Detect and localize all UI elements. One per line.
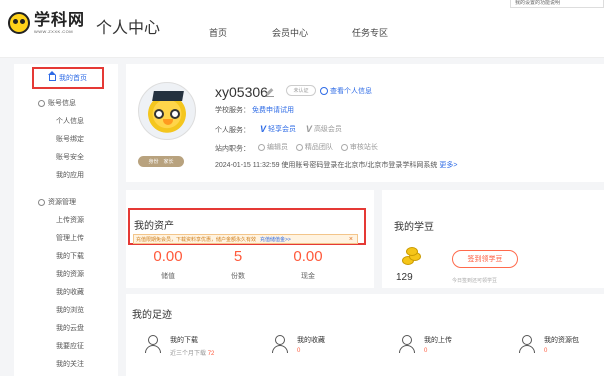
nav-home[interactable]: 首页 <box>209 26 227 39</box>
sidebar: 我的首页 账号信息 个人信息 账号绑定 账号安全 我的应用 资源管理 上传资源 … <box>14 64 118 376</box>
sidebar-item-my-cloud[interactable]: 我的云盘 <box>56 323 84 333</box>
sidebar-item-my-downloads[interactable]: 我的下载 <box>56 251 84 261</box>
assets-title: 我的资产 <box>134 221 174 232</box>
nav-task-zone[interactable]: 任务专区 <box>352 26 388 39</box>
beans-note: 今日签到还可领学豆 <box>452 278 498 284</box>
view-profile-link[interactable]: 查看个人信息 <box>320 86 372 96</box>
vip-v-icon: V <box>305 124 312 134</box>
sidebar-item-my-apps[interactable]: 我的应用 <box>56 170 84 180</box>
footprint-title: 我的足迹 <box>132 310 172 321</box>
recharge-notice: 充值限期免会员，下载资料享优惠，储户金额永久有效 充值储值金>> × <box>133 234 358 244</box>
reviewer-icon <box>340 143 348 151</box>
recharge-link[interactable]: 充值储值金>> <box>260 236 291 243</box>
vip-v-icon: V <box>259 124 266 134</box>
upload-user-icon <box>398 334 416 354</box>
sidebar-item-account-security[interactable]: 账号安全 <box>56 152 84 162</box>
sidebar-item-account-binding[interactable]: 账号绑定 <box>56 134 84 144</box>
site-logo[interactable]: 学科网 WWW.ZXXK.COM <box>8 12 85 34</box>
stat-copies[interactable]: 5 份数 <box>208 248 268 281</box>
editor-icon <box>257 143 265 151</box>
beans-title: 我的学豆 <box>394 222 434 233</box>
footprint-panel: 我的足迹 我的下载 近三个月下载 72 我的收藏 0 我的上传 0 我的资源包 … <box>126 294 604 376</box>
team-icon <box>295 143 303 151</box>
sidebar-group-account[interactable]: 账号信息 <box>38 98 76 108</box>
footprint-favorites[interactable]: 我的收藏 0 <box>271 334 325 370</box>
sidebar-item-personal-info[interactable]: 个人信息 <box>56 116 84 126</box>
personal-service-row: 个人服务： V 轻享会员 V 高级会员 <box>215 124 342 134</box>
profile-icon <box>320 87 328 95</box>
checkin-earn-button[interactable]: 签到领学豆 <box>452 250 518 268</box>
logo-url: WWW.ZXXK.COM <box>34 29 74 34</box>
login-more-link[interactable]: 更多> <box>439 162 457 169</box>
position-editor[interactable]: 编辑员 <box>257 142 288 152</box>
profile-card: 身份 家长 xy05306 未认证 查看个人信息 学校服务： 免费申请试用 个人… <box>126 64 604 182</box>
sidebar-item-manage-uploads[interactable]: 管理上传 <box>56 233 84 243</box>
download-user-icon <box>144 334 162 354</box>
folder-icon <box>38 198 45 206</box>
position-row: 站内职务： 编辑员 精品团队 审核站长 <box>215 142 378 153</box>
package-user-icon <box>518 334 536 354</box>
footprint-resource-packs[interactable]: 我的资源包 0 <box>518 334 579 370</box>
nav-vip-center[interactable]: 会员中心 <box>272 26 308 39</box>
sidebar-item-home[interactable]: 我的首页 <box>32 67 104 89</box>
top-tooltip: 我的设置的功能说明 <box>510 0 604 8</box>
sidebar-item-upload[interactable]: 上传资源 <box>56 215 84 225</box>
sidebar-item-my-browsing[interactable]: 我的浏览 <box>56 305 84 315</box>
light-vip-badge[interactable]: V 轻享会员 <box>260 124 296 134</box>
role-tag: 身份 家长 <box>138 156 184 167</box>
coins-icon <box>402 247 422 266</box>
sidebar-home-label: 我的首页 <box>59 75 87 82</box>
user-icon <box>38 99 45 107</box>
free-trial-link[interactable]: 免费申请试用 <box>252 107 294 114</box>
position-team[interactable]: 精品团队 <box>295 142 333 152</box>
footprint-uploads[interactable]: 我的上传 0 <box>398 334 452 370</box>
stat-cash[interactable]: 0.00 现金 <box>278 248 338 281</box>
login-record: 2024-01-15 11:32:59 使用账号密码登录在北京市/北京市登录学科… <box>215 162 458 169</box>
username: xy05306 <box>215 84 268 100</box>
verify-badge: 未认证 <box>286 85 316 96</box>
page-title: 个人中心 <box>96 20 161 37</box>
footprint-downloads[interactable]: 我的下载 近三个月下载 72 <box>144 334 214 370</box>
position-reviewer[interactable]: 审核站长 <box>340 142 378 152</box>
sidebar-item-my-favorites[interactable]: 我的收藏 <box>56 287 84 297</box>
premium-vip-badge[interactable]: V 高级会员 <box>306 124 342 134</box>
sidebar-group-resources[interactable]: 资源管理 <box>38 197 76 207</box>
edit-pencil-icon[interactable] <box>266 89 274 97</box>
beans-value: 129 <box>396 272 413 283</box>
avatar[interactable] <box>138 82 196 140</box>
top-header: 学科网 WWW.ZXXK.COM 个人中心 首页 会员中心 任务专区 我的设置的… <box>0 0 604 58</box>
sidebar-item-apply[interactable]: 我要应征 <box>56 341 84 351</box>
sidebar-item-my-resources[interactable]: 我的资源 <box>56 269 84 279</box>
owl-logo-icon <box>8 12 30 34</box>
beans-panel: 我的学豆 129 签到领学豆 今日签到还可领学豆 <box>382 190 604 288</box>
favorite-user-icon <box>271 334 289 354</box>
assets-panel: 我的资产 充值限期免会员，下载资料享优惠，储户金额永久有效 充值储值金>> × … <box>126 190 374 288</box>
logo-name: 学科网 <box>34 12 86 29</box>
sidebar-item-following[interactable]: 我的关注 <box>56 359 84 369</box>
stat-stored-value[interactable]: 0.00 储值 <box>138 248 198 281</box>
school-service-row: 学校服务： 免费申请试用 <box>215 107 294 114</box>
home-icon <box>48 71 56 81</box>
close-icon[interactable]: × <box>349 235 353 244</box>
